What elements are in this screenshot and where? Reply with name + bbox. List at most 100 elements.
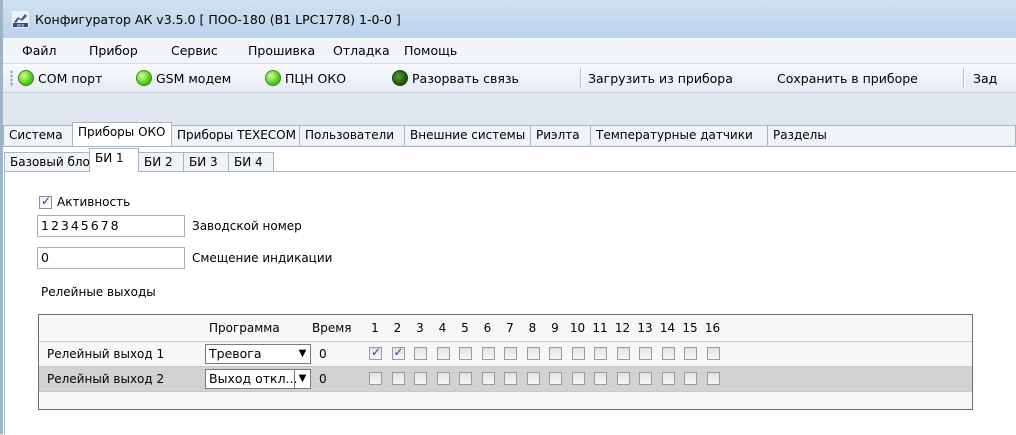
window-title: Конфигуратор АК v3.5.0 [ ПОО-180 (В1 LPC… bbox=[35, 12, 401, 27]
channel-checkbox[interactable] bbox=[481, 347, 495, 360]
menu-device[interactable]: Прибор bbox=[89, 43, 138, 58]
column-program: Программа bbox=[209, 321, 280, 335]
tab-external-systems[interactable]: Внешние системы bbox=[404, 125, 531, 145]
indication-offset-input[interactable]: 0 bbox=[37, 247, 185, 269]
column-time: Время bbox=[312, 321, 352, 335]
channel-checkbox[interactable] bbox=[526, 372, 540, 385]
channel-checkbox[interactable] bbox=[706, 347, 720, 360]
channel-checkbox[interactable] bbox=[571, 372, 585, 385]
program-select[interactable]: Тревога ▼ bbox=[205, 344, 311, 364]
channel-checkbox[interactable] bbox=[436, 347, 450, 360]
channel-checkbox[interactable] bbox=[616, 347, 630, 360]
column-channel: 3 bbox=[416, 321, 424, 335]
load-from-device-button[interactable]: Загрузить из прибора bbox=[588, 69, 733, 87]
channel-checkbox[interactable] bbox=[571, 347, 585, 360]
channel-checkbox[interactable] bbox=[684, 372, 697, 385]
channel-checkbox[interactable] bbox=[369, 345, 382, 360]
serial-number-input[interactable]: 12345678 bbox=[37, 215, 185, 237]
channel-checkbox[interactable] bbox=[549, 347, 562, 360]
column-channel: 1 bbox=[371, 321, 379, 335]
column-channel: 13 bbox=[637, 321, 653, 335]
tab-base-unit[interactable]: Базовый блок bbox=[4, 152, 97, 172]
toolbar-grip[interactable] bbox=[10, 70, 13, 87]
chevron-down-icon: ▼ bbox=[294, 370, 310, 388]
indication-offset-label: Смещение индикации bbox=[192, 251, 333, 265]
activity-checkbox[interactable] bbox=[39, 194, 52, 209]
channel-checkbox[interactable] bbox=[504, 347, 517, 360]
menu-service[interactable]: Сервис bbox=[171, 43, 218, 58]
column-channel: 14 bbox=[659, 321, 676, 335]
channel-checkbox[interactable] bbox=[504, 372, 517, 385]
channel-checkbox[interactable] bbox=[391, 372, 405, 385]
tab-sections[interactable]: Разделы bbox=[767, 125, 1016, 145]
channel-checkbox[interactable] bbox=[639, 347, 652, 360]
channel-checkbox[interactable] bbox=[549, 372, 562, 385]
tab-oko-devices[interactable]: Приборы ОКО bbox=[72, 122, 172, 146]
tab-bi-2[interactable]: БИ 2 bbox=[138, 152, 184, 172]
channel-checkbox[interactable] bbox=[459, 347, 472, 360]
column-channel: 15 bbox=[682, 321, 698, 335]
toolbar: COM порт GSM модем ПЦН ОКО Разорвать свя… bbox=[3, 64, 1016, 93]
channel-checkbox[interactable] bbox=[459, 372, 472, 385]
svg-text:око: око bbox=[17, 23, 25, 28]
menu-firmware[interactable]: Прошивка bbox=[248, 43, 315, 58]
menu-bar: Файл Прибор Сервис Прошивка Отладка Помо… bbox=[3, 38, 1016, 64]
toolbar-separator bbox=[580, 68, 582, 88]
column-channel: 11 bbox=[592, 321, 608, 335]
chevron-down-icon: ▼ bbox=[298, 348, 307, 359]
channel-checkbox[interactable] bbox=[616, 372, 630, 385]
channel-checkbox[interactable] bbox=[661, 372, 675, 385]
table-row: Релейный выход 2 Выход откл... ▼ 0 bbox=[39, 367, 972, 392]
column-channel: 7 bbox=[506, 321, 514, 335]
status-led-icon bbox=[18, 70, 34, 86]
channel-checkbox[interactable] bbox=[526, 347, 540, 360]
toolbar-separator bbox=[963, 68, 965, 88]
column-channel: 5 bbox=[461, 321, 469, 335]
channel-checkbox[interactable] bbox=[594, 347, 607, 360]
menu-debug[interactable]: Отладка bbox=[333, 43, 390, 58]
toolbar-more-button[interactable]: Зад bbox=[973, 69, 997, 87]
menu-file[interactable]: Файл bbox=[22, 43, 57, 58]
channel-checkbox[interactable] bbox=[639, 372, 652, 385]
tab-bi-1[interactable]: БИ 1 bbox=[89, 148, 139, 172]
channel-checkbox[interactable] bbox=[594, 372, 607, 385]
table-row: Релейный выход 1 Тревога ▼ 0 bbox=[39, 342, 972, 367]
menu-help[interactable]: Помощь bbox=[404, 43, 457, 58]
tab-temperature-sensors[interactable]: Температурные датчики bbox=[590, 125, 768, 145]
channel-checkbox[interactable] bbox=[369, 372, 382, 385]
status-led-icon bbox=[265, 70, 281, 86]
tab-rielta[interactable]: Риэлта bbox=[530, 125, 591, 145]
tab-bi-3[interactable]: БИ 3 bbox=[183, 152, 229, 172]
channel-checkbox[interactable] bbox=[414, 372, 427, 385]
app-icon: око bbox=[12, 11, 29, 28]
tab-users[interactable]: Пользователи bbox=[299, 125, 405, 145]
activity-label: Активность bbox=[57, 195, 131, 209]
tab-system[interactable]: Система bbox=[3, 125, 73, 145]
save-to-device-button[interactable]: Сохранить в приборе bbox=[777, 69, 918, 87]
program-select[interactable]: Выход откл... ▼ bbox=[205, 369, 311, 389]
column-channel: 2 bbox=[393, 321, 402, 335]
disconnect-button[interactable]: Разорвать связь bbox=[392, 69, 519, 87]
row-name: Релейный выход 1 bbox=[47, 347, 165, 361]
channel-checkbox[interactable] bbox=[706, 372, 720, 385]
channel-checkbox[interactable] bbox=[481, 372, 495, 385]
status-led-icon bbox=[136, 70, 152, 86]
gsm-modem-button[interactable]: GSM модем bbox=[136, 69, 231, 87]
serial-number-label: Заводской номер bbox=[192, 219, 302, 233]
column-channel: 10 bbox=[569, 321, 586, 335]
pcn-oko-button[interactable]: ПЦН ОКО bbox=[265, 69, 346, 87]
column-channel: 6 bbox=[483, 321, 492, 335]
title-bar: око Конфигуратор АК v3.5.0 [ ПОО-180 (В1… bbox=[3, 0, 1016, 38]
relay-outputs-title: Релейные выходы bbox=[41, 285, 156, 299]
tab-bi-4[interactable]: БИ 4 bbox=[228, 152, 274, 172]
tab-texecom-devices[interactable]: Приборы ТЕХЕСОМ bbox=[171, 125, 300, 145]
column-channel: 4 bbox=[438, 321, 447, 335]
channel-checkbox[interactable] bbox=[391, 345, 405, 360]
channel-checkbox[interactable] bbox=[414, 347, 427, 360]
channel-checkbox[interactable] bbox=[661, 347, 675, 360]
channel-checkbox[interactable] bbox=[436, 372, 450, 385]
channel-checkbox[interactable] bbox=[684, 347, 697, 360]
com-port-button[interactable]: COM порт bbox=[18, 69, 102, 87]
column-channel: 12 bbox=[614, 321, 631, 335]
table-header: Программа Время 1 2 3 4 5 6 7 8 9 10 11 12 13 14 15 16 bbox=[39, 315, 972, 342]
